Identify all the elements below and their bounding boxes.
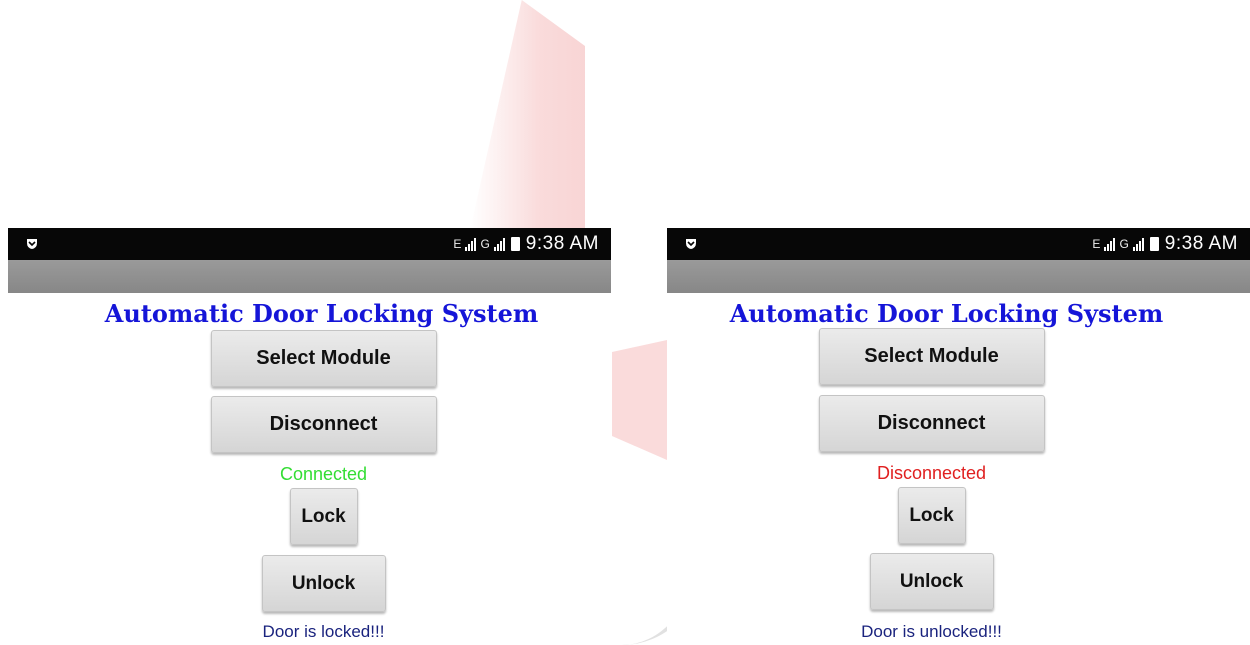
- door-status: Door is locked!!!: [262, 622, 385, 641]
- network-type-e: E: [453, 237, 462, 251]
- battery-icon: [1149, 237, 1159, 251]
- lock-button[interactable]: Lock: [289, 488, 358, 545]
- disconnect-button[interactable]: Disconnect: [818, 395, 1045, 452]
- signal-bars-icon: [465, 237, 477, 251]
- phone-screen-disconnected: E G 9:38 AM Automatic Door Locking Syste…: [667, 228, 1250, 645]
- status-bar: E G 9:38 AM: [667, 228, 1250, 260]
- status-right: E G 9:38 AM: [453, 233, 599, 255]
- battery-icon: [510, 237, 520, 251]
- watermark-shape: [612, 340, 667, 460]
- clock: 9:38 AM: [525, 233, 599, 254]
- disconnect-button[interactable]: Disconnect: [210, 396, 437, 453]
- action-bar: [667, 260, 1250, 293]
- unlock-button[interactable]: Unlock: [261, 555, 386, 612]
- status-bar: E G 9:38 AM: [8, 228, 611, 260]
- signal-bars-icon: [1104, 237, 1116, 251]
- notification-shield-icon: [686, 239, 696, 249]
- door-status: Door is unlocked!!!: [861, 622, 1002, 641]
- signal-bars-icon: [1132, 237, 1144, 251]
- connection-status: Connected: [279, 464, 368, 484]
- status-right: E G 9:38 AM: [1092, 233, 1238, 255]
- network-type-e: E: [1092, 237, 1101, 251]
- app-title: Automatic Door Locking System: [104, 299, 539, 328]
- clock: 9:38 AM: [1164, 233, 1238, 254]
- select-module-button[interactable]: Select Module: [210, 330, 437, 387]
- unlock-button[interactable]: Unlock: [869, 553, 994, 610]
- lock-button[interactable]: Lock: [897, 487, 966, 544]
- action-bar: [8, 260, 611, 293]
- select-module-button[interactable]: Select Module: [818, 328, 1045, 385]
- notification-shield-icon: [27, 239, 37, 249]
- phone-screen-connected: E G 9:38 AM Automatic Door Locking Syste…: [8, 228, 611, 645]
- watermark-shape: [470, 0, 585, 230]
- network-type-g: G: [480, 237, 490, 251]
- signal-bars-icon: [493, 237, 505, 251]
- network-type-g: G: [1119, 237, 1129, 251]
- network-indicators: E G: [1092, 237, 1159, 251]
- app-title: Automatic Door Locking System: [729, 299, 1164, 328]
- connection-status: Disconnected: [876, 463, 987, 483]
- network-indicators: E G: [453, 237, 520, 251]
